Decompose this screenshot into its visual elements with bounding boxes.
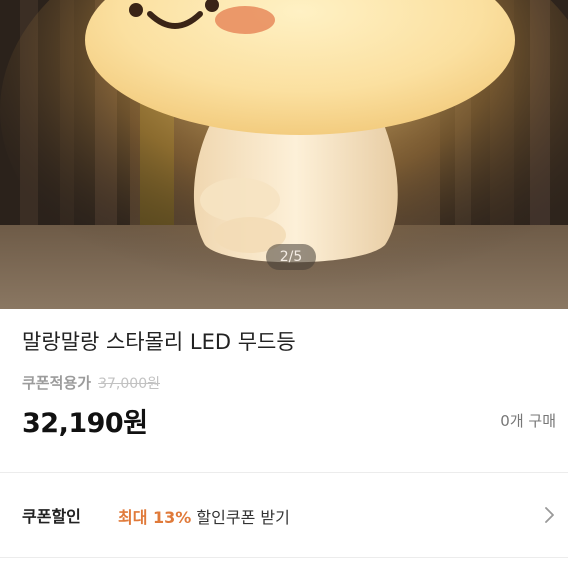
- product-image-gallery[interactable]: 2/5: [0, 0, 568, 309]
- coupon-price-row: 쿠폰적용가 37,000원: [22, 372, 160, 393]
- coupon-price-label: 쿠폰적용가: [22, 374, 92, 392]
- coupon-max-rate: 최대 13%: [118, 508, 192, 527]
- product-title: 말랑말랑 스타몰리 LED 무드등: [22, 330, 296, 354]
- chevron-right-icon[interactable]: [544, 506, 556, 528]
- coupon-get-text: 할인쿠폰 받기: [196, 508, 290, 527]
- original-price: 37,000원: [98, 376, 160, 392]
- coupon-discount-row[interactable]: 쿠폰할인 최대 13% 할인쿠폰 받기: [0, 473, 568, 557]
- coupon-discount-text: 최대 13% 할인쿠폰 받기: [118, 504, 290, 528]
- coupon-discount-label: 쿠폰할인: [22, 507, 81, 526]
- sale-price: 32,190원: [22, 408, 148, 439]
- purchase-count: 0개 구매: [500, 412, 556, 430]
- divider: [0, 557, 568, 558]
- image-counter-badge: 2/5: [266, 244, 316, 270]
